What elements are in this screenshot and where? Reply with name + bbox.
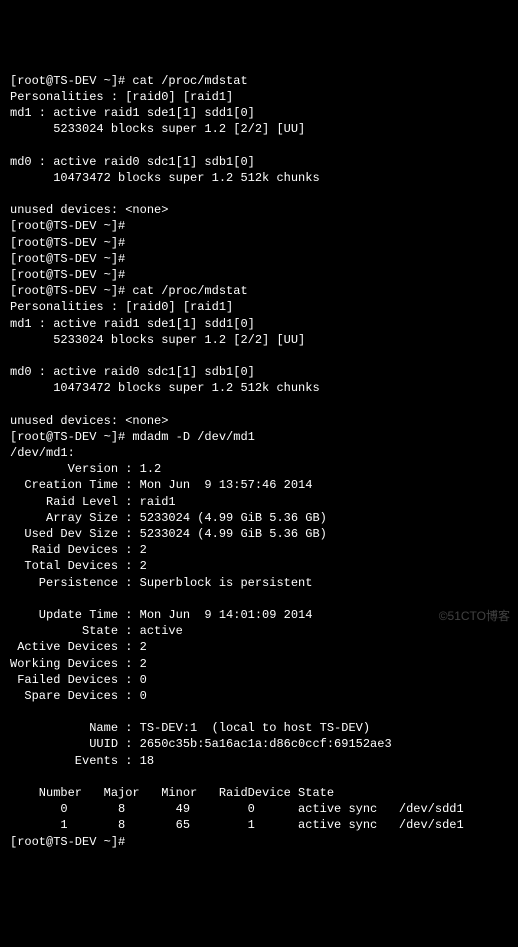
terminal-line: [root@TS-DEV ~]#	[10, 267, 508, 283]
terminal-line: unused devices: <none>	[10, 202, 508, 218]
terminal-line: Name : TS-DEV:1 (local to host TS-DEV)	[10, 720, 508, 736]
terminal-line: 5233024 blocks super 1.2 [2/2] [UU]	[10, 121, 508, 137]
terminal-line: Failed Devices : 0	[10, 672, 508, 688]
terminal-line: Version : 1.2	[10, 461, 508, 477]
terminal-line: [root@TS-DEV ~]#	[10, 235, 508, 251]
terminal-line: Used Dev Size : 5233024 (4.99 GiB 5.36 G…	[10, 526, 508, 542]
terminal-line: md0 : active raid0 sdc1[1] sdb1[0]	[10, 364, 508, 380]
terminal-line: 10473472 blocks super 1.2 512k chunks	[10, 380, 508, 396]
terminal-line: [root@TS-DEV ~]# cat /proc/mdstat	[10, 73, 508, 89]
terminal-line: Events : 18	[10, 753, 508, 769]
terminal-line	[10, 704, 508, 720]
terminal-line: UUID : 2650c35b:5a16ac1a:d86c0ccf:69152a…	[10, 736, 508, 752]
terminal-line: Update Time : Mon Jun 9 14:01:09 2014	[10, 607, 508, 623]
terminal-line: Persistence : Superblock is persistent	[10, 575, 508, 591]
terminal-line: Number Major Minor RaidDevice State	[10, 785, 508, 801]
terminal-line: 0 8 49 0 active sync /dev/sdd1	[10, 801, 508, 817]
terminal-line: Personalities : [raid0] [raid1]	[10, 299, 508, 315]
terminal-line: Creation Time : Mon Jun 9 13:57:46 2014	[10, 477, 508, 493]
terminal-line: md1 : active raid1 sde1[1] sdd1[0]	[10, 316, 508, 332]
terminal-line	[10, 186, 508, 202]
terminal-line	[10, 769, 508, 785]
terminal-line: unused devices: <none>	[10, 413, 508, 429]
terminal-line	[10, 138, 508, 154]
watermark-text: ©51CTO博客	[439, 608, 510, 624]
terminal-line: Personalities : [raid0] [raid1]	[10, 89, 508, 105]
terminal-line: [root@TS-DEV ~]#	[10, 251, 508, 267]
terminal-line: 5233024 blocks super 1.2 [2/2] [UU]	[10, 332, 508, 348]
terminal-line: Active Devices : 2	[10, 639, 508, 655]
terminal-line	[10, 591, 508, 607]
terminal-line	[10, 348, 508, 364]
terminal-line: md1 : active raid1 sde1[1] sdd1[0]	[10, 105, 508, 121]
terminal-line: [root@TS-DEV ~]#	[10, 834, 508, 850]
terminal-line: [root@TS-DEV ~]# cat /proc/mdstat	[10, 283, 508, 299]
terminal-line: Working Devices : 2	[10, 656, 508, 672]
terminal-line: md0 : active raid0 sdc1[1] sdb1[0]	[10, 154, 508, 170]
terminal-line: 1 8 65 1 active sync /dev/sde1	[10, 817, 508, 833]
terminal-line: Raid Level : raid1	[10, 494, 508, 510]
terminal-line: Total Devices : 2	[10, 558, 508, 574]
terminal-line	[10, 397, 508, 413]
terminal-line: [root@TS-DEV ~]#	[10, 218, 508, 234]
terminal-line: State : active	[10, 623, 508, 639]
terminal-line: Array Size : 5233024 (4.99 GiB 5.36 GB)	[10, 510, 508, 526]
terminal-line: Raid Devices : 2	[10, 542, 508, 558]
terminal-line: 10473472 blocks super 1.2 512k chunks	[10, 170, 508, 186]
terminal-line: [root@TS-DEV ~]# mdadm -D /dev/md1	[10, 429, 508, 445]
terminal-output: [root@TS-DEV ~]# cat /proc/mdstatPersona…	[10, 73, 508, 850]
terminal-line: /dev/md1:	[10, 445, 508, 461]
terminal-line: Spare Devices : 0	[10, 688, 508, 704]
